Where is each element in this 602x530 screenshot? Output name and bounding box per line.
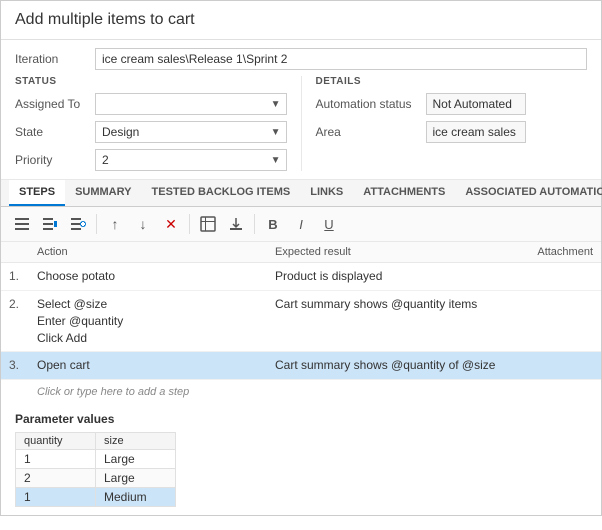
bold-button[interactable]: B [260,211,286,237]
create-shared-steps-icon [70,216,86,232]
move-up-button[interactable]: ↑ [102,211,128,237]
insert-param-icon [200,216,216,232]
iteration-label: Iteration [15,52,95,66]
toolbar-sep-1 [96,214,97,234]
attach-icon [228,216,244,232]
param-values-section: Parameter values quantity size 1 Large 2 [1,404,601,515]
step-expected-1: Product is displayed [275,268,513,283]
step-expected-2: Cart summary shows @quantity items [275,296,513,311]
step-num-1: 1. [9,268,37,283]
param-row-2-quantity: 2 [16,469,96,488]
tab-associated-automation[interactable]: ASSOCIATED AUTOMATION [455,180,602,206]
param-row-3[interactable]: 1 Medium [16,488,176,507]
step-action-1[interactable]: Choose potato [37,268,275,285]
automation-status-label: Automation status [316,97,426,111]
param-row-1-size: Large [96,450,176,469]
step-expected-3: Cart summary shows @quantity of @size [275,357,513,372]
insert-step-button[interactable] [9,211,35,237]
param-row-1-quantity: 1 [16,450,96,469]
insert-shared-steps-button[interactable] [37,211,63,237]
param-col-quantity: quantity [16,433,96,450]
insert-shared-steps-icon [42,216,58,232]
step-row-3[interactable]: 3. Open cart Cart summary shows @quantit… [1,352,601,380]
area-value: ice cream sales [426,121,526,143]
steps-toolbar: ↑ ↓ ✕ B I U [1,207,601,242]
tab-tested-backlog[interactable]: TESTED BACKLOG ITEMS [142,180,301,206]
state-label: State [15,125,95,139]
dialog-title: Add multiple items to cart [1,1,601,40]
tab-links[interactable]: LINKS [300,180,353,206]
state-row: State Design ▼ [15,121,287,143]
param-row-2[interactable]: 2 Large [16,469,176,488]
param-values-table: quantity size 1 Large 2 Large 1 [15,432,176,507]
priority-row: Priority 2 ▼ [15,149,287,171]
tab-steps[interactable]: STEPS [9,180,65,206]
param-col-size: size [96,433,176,450]
create-shared-steps-button[interactable] [65,211,91,237]
add-step-hint[interactable]: Click or type here to add a step [1,380,601,404]
automation-status-row: Automation status Not Automated [316,93,588,115]
priority-select[interactable]: 2 [95,149,287,171]
toolbar-sep-3 [254,214,255,234]
status-column: STATUS Assigned To ▼ State Design [15,76,302,171]
col-num-header [9,246,37,258]
step-num-3: 3. [9,357,37,372]
assigned-to-row: Assigned To ▼ [15,93,287,115]
expected-header: Expected result [275,246,513,258]
dialog: Add multiple items to cart Iteration STA… [0,0,602,516]
status-header: STATUS [15,76,287,87]
status-details-section: STATUS Assigned To ▼ State Design [15,76,587,171]
steps-table-header: Action Expected result Attachment [1,242,601,263]
iteration-input[interactable] [95,48,587,70]
area-row: Area ice cream sales [316,121,588,143]
param-values-title: Parameter values [15,412,587,426]
iteration-row: Iteration [15,48,587,70]
italic-button[interactable]: I [288,211,314,237]
tab-attachments[interactable]: ATTACHMENTS [353,180,455,206]
tabs-bar: STEPS SUMMARY TESTED BACKLOG ITEMS LINKS… [1,180,601,207]
step-row-2[interactable]: 2. Select @size Enter @quantity Click Ad… [1,291,601,352]
param-row-1[interactable]: 1 Large [16,450,176,469]
step-num-2: 2. [9,296,37,311]
underline-button[interactable]: U [316,211,342,237]
details-column: DETAILS Automation status Not Automated … [302,76,588,171]
param-row-3-quantity: 1 [16,488,96,507]
move-down-button[interactable]: ↓ [130,211,156,237]
details-header: DETAILS [316,76,588,87]
step-action-2[interactable]: Select @size Enter @quantity Click Add [37,296,275,346]
toolbar-sep-2 [189,214,190,234]
priority-label: Priority [15,153,95,167]
attachment-header: Attachment [513,246,593,258]
attach-button[interactable] [223,211,249,237]
assigned-to-label: Assigned To [15,97,95,111]
delete-button[interactable]: ✕ [158,211,184,237]
param-row-2-size: Large [96,469,176,488]
step-row-1[interactable]: 1. Choose potato Product is displayed [1,263,601,291]
steps-content: ↑ ↓ ✕ B I U [1,207,601,515]
area-label: Area [316,125,426,139]
tab-summary[interactable]: SUMMARY [65,180,141,206]
param-row-3-size: Medium [96,488,176,507]
step-action-3[interactable]: Open cart [37,357,275,374]
state-select[interactable]: Design [95,121,287,143]
param-header-row: quantity size [16,433,176,450]
insert-step-icon [14,216,30,232]
automation-status-value: Not Automated [426,93,526,115]
form-section: Iteration STATUS Assigned To ▼ [1,40,601,180]
action-header: Action [37,246,275,258]
insert-param-button[interactable] [195,211,221,237]
assigned-to-select[interactable] [95,93,287,115]
